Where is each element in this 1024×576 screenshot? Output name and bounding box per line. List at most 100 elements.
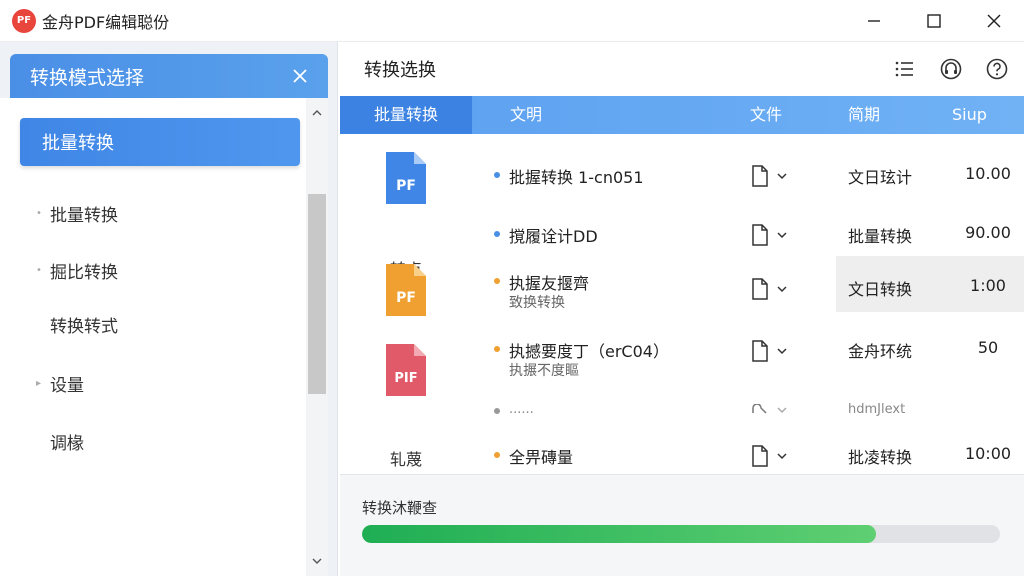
svg-text:PF: PF <box>396 178 416 194</box>
mode-item-label: 掘比转换 <box>50 262 118 283</box>
status-dot <box>494 231 500 237</box>
file-name: 执握友揠齊 <box>509 274 590 293</box>
scroll-up-icon[interactable] <box>310 106 324 120</box>
chevron-down-icon[interactable] <box>776 345 788 357</box>
file-size: 90.00 <box>965 223 1011 242</box>
maximize-button[interactable] <box>904 0 964 42</box>
maximize-icon <box>927 14 941 28</box>
chevron-down-icon[interactable] <box>776 404 788 416</box>
app-logo: PF <box>12 8 36 33</box>
file-subtitle: 执搌不度瞘 <box>509 363 579 379</box>
status-dot <box>494 346 500 352</box>
file-subtitle: 致换转换 <box>509 295 565 311</box>
column-header-size[interactable]: Siup <box>952 96 987 134</box>
svg-text:PF: PF <box>396 290 416 306</box>
help-button[interactable] <box>984 56 1010 82</box>
file-type-label: 轧蔑 <box>389 450 422 469</box>
mode-item-label: 批量转换 <box>50 205 118 226</box>
conversion-panel-header: 转换选换 <box>340 42 1024 96</box>
table-row[interactable]: 全畀磚量 批凌转换 10:00 <box>472 424 1024 474</box>
close-icon <box>987 14 1001 28</box>
mode-panel-header: 转换模式选择 <box>10 54 328 98</box>
list-view-button[interactable] <box>892 56 918 82</box>
conversion-progress: 转换沐鞭查 <box>340 474 1024 576</box>
document-icon[interactable] <box>750 165 770 187</box>
column-header-file[interactable]: 文件 <box>750 96 782 134</box>
file-date: 批量转换 <box>848 227 913 246</box>
scroll-down-icon[interactable] <box>310 554 324 568</box>
list-icon <box>895 61 913 77</box>
minimize-icon <box>868 20 880 22</box>
conversion-panel-title: 转换选换 <box>364 60 436 81</box>
app-title: 金舟PDF编辑聪份 <box>42 12 170 32</box>
title-bar: PF 金舟PDF编辑聪份 <box>0 0 1024 42</box>
table-header: 批量转换 文明 文件 简期 Siup <box>340 96 1024 134</box>
svg-text:PIF: PIF <box>394 371 417 386</box>
document-icon[interactable] <box>750 445 770 467</box>
document-icon[interactable] <box>750 340 770 362</box>
scroll-thumb[interactable] <box>308 194 326 394</box>
panel-close-icon[interactable] <box>290 66 310 86</box>
window-controls <box>844 0 1024 42</box>
bullet-icon: • <box>36 207 42 219</box>
mode-item-active[interactable]: 批量转换 <box>20 118 300 166</box>
document-icon[interactable] <box>750 278 770 300</box>
status-dot <box>494 408 500 414</box>
mode-item[interactable]: • 掘比转换 <box>36 255 286 285</box>
file-size: 1:00 <box>970 276 1006 295</box>
pdf-file-icon[interactable]: PF <box>384 150 428 206</box>
mode-item[interactable]: 转换转式 <box>36 309 286 339</box>
header-toolbar <box>892 56 1010 82</box>
progress-label: 转换沐鞭查 <box>362 499 438 517</box>
table-row[interactable]: 撹履诠计DD 批量转换 90.00 <box>472 204 1024 260</box>
mode-item-label: 转换转式 <box>50 316 118 337</box>
close-button[interactable] <box>964 0 1024 42</box>
file-name: ...... <box>509 402 534 417</box>
chevron-down-icon[interactable] <box>776 450 788 462</box>
help-icon <box>986 58 1008 80</box>
mode-item[interactable]: ▸ 设量 <box>36 368 286 398</box>
table-row[interactable]: 执撼要度丁（erC04） 执搌不度瞘 金舟环统 50 <box>472 328 1024 384</box>
file-date: 批凌转换 <box>848 448 913 467</box>
document-icon[interactable] <box>750 404 770 414</box>
mode-item-label: 设量 <box>50 375 84 396</box>
mode-item[interactable]: 调椽 <box>36 426 286 456</box>
expand-arrow-icon: ▸ <box>36 377 42 389</box>
file-name: 撹履诠计DD <box>509 227 598 246</box>
file-size: 10:00 <box>964 444 1012 463</box>
bullet-icon: • <box>36 264 42 276</box>
chevron-down-icon[interactable] <box>776 229 788 241</box>
status-dot <box>494 278 500 284</box>
column-header-name[interactable]: 文明 <box>510 96 542 134</box>
support-button[interactable] <box>938 56 964 82</box>
pdf-file-icon[interactable]: PIF <box>384 342 428 398</box>
column-header-date[interactable]: 简期 <box>848 96 880 134</box>
mode-item-label: 批量转换 <box>42 133 114 154</box>
file-date: 文日玹计 <box>848 168 913 187</box>
progress-fill <box>362 525 876 543</box>
column-header-batch[interactable]: 批量转换 <box>340 96 472 134</box>
table-row[interactable]: 批握转换 1-cn051 文日玹计 10.00 <box>472 144 1024 200</box>
document-icon[interactable] <box>750 224 770 246</box>
progress-bar <box>362 525 1000 543</box>
pdf-file-icon[interactable]: PF <box>384 262 428 318</box>
file-name: 批握转换 1-cn051 <box>509 168 644 187</box>
mode-list-scrollbar[interactable] <box>306 98 328 576</box>
mode-item-label: 调椽 <box>50 433 84 454</box>
table-row[interactable]: 执握友揠齊 致换转换 文日转换 1:00 <box>472 256 1024 314</box>
file-name: 执撼要度丁（erC04） <box>509 342 669 361</box>
file-name: 全畀磚量 <box>509 448 574 467</box>
file-date: 金舟环统 <box>848 342 913 361</box>
chevron-down-icon[interactable] <box>776 170 788 182</box>
mode-item[interactable]: • 批量转换 <box>36 198 286 228</box>
conversion-panel: 转换选换 批量转换 文明 文件 简期 Siup PF PF PIF 轧蔑 批握转… <box>340 42 1024 576</box>
minimize-button[interactable] <box>844 0 904 42</box>
chevron-down-icon[interactable] <box>776 283 788 295</box>
file-size: 10.00 <box>965 164 1011 183</box>
mode-panel-title: 转换模式选择 <box>30 66 145 89</box>
mode-list: 批量转换 • 批量转换 • 掘比转换 转换转式 ▸ 设量 调椽 <box>0 98 306 576</box>
mode-panel: 转换模式选择 批量转换 • 批量转换 • 掘比转换 转换转式 ▸ 设量 调椽 <box>0 42 338 576</box>
file-size: 50 <box>977 338 999 357</box>
file-type-column: PF 转点 PF PIF 轧蔑 PIF <box>340 134 472 474</box>
status-dot <box>494 172 500 178</box>
